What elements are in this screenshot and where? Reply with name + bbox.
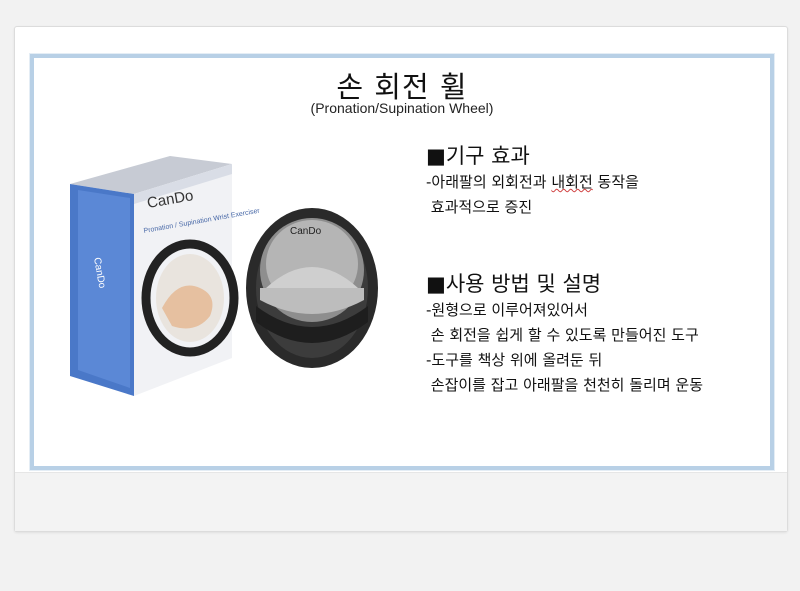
effects-line-2: 효과적으로 증진 [426,198,533,216]
effects-section: ■기구 효과 -아래팔의 외회전과 내회전 동작을 효과적으로 증진 [426,142,766,220]
effects-line-1-text: -아래팔의 외회전과 [426,173,552,191]
slide: 손 회전 휠 (Pronation/Supination Wheel) CanD… [29,53,775,471]
effects-heading: ■기구 효과 [426,144,530,168]
wheel-brand: CanDo [290,226,322,237]
usage-line-4: 손잡이를 잡고 아래팔을 천천히 돌리며 운동 [426,376,704,394]
usage-section: ■사용 방법 및 설명 -원형으로 이루어져있어서 손 회전을 쉽게 할 수 있… [426,270,766,398]
effects-line-1-marked: 내회전 [551,173,593,191]
slide-subtitle: (Pronation/Supination Wheel) [310,100,494,116]
product-photo: CanDo Pronation / Supination Wrist Exerc… [50,138,400,406]
usage-line-3: -도구를 책상 위에 올려둔 뒤 [426,351,603,369]
footer-strip [15,472,787,531]
usage-line-1: -원형으로 이루어져있어서 [426,301,588,319]
effects-line-1: -아래팔의 외회전과 내회전 동작을 [426,170,766,195]
effects-line-1-end: 동작을 [592,173,639,191]
usage-heading: ■사용 방법 및 설명 [426,272,602,296]
usage-line-2: 손 회전을 쉽게 할 수 있도록 만들어진 도구 [426,326,699,344]
